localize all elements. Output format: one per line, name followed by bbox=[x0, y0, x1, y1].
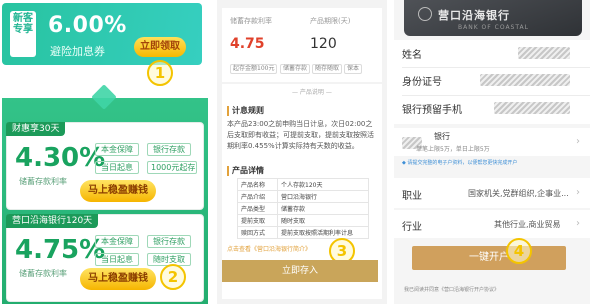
chevron-right-icon: › bbox=[576, 218, 580, 229]
field-label-id: 身份证号 bbox=[402, 77, 442, 88]
agreement-text[interactable]: 我已阅读并同意《营口沿海银行开户协议》 bbox=[404, 286, 584, 293]
table-cell: 产品类型 bbox=[237, 202, 278, 215]
product-card-rate: 4.75% bbox=[15, 235, 106, 265]
product-summary-card: 储蓄存款利率 4.75 产品期限(天) 120 起存金额100元 储蓄存款 随存… bbox=[222, 8, 382, 82]
name-input[interactable] bbox=[518, 47, 570, 59]
chip: 银行存款 bbox=[147, 235, 191, 248]
bank-name: 营口沿海银行 bbox=[438, 9, 510, 22]
product-tag: 保本 bbox=[344, 64, 363, 74]
step-marker-1: 1 bbox=[147, 60, 173, 86]
product-card-rate-label: 储蓄存款利率 bbox=[19, 269, 67, 278]
product-card-caption: 营口沿海银行120天 bbox=[6, 214, 99, 228]
job-label: 职业 bbox=[402, 191, 422, 202]
industry-value: 其他行业,商业贸易 bbox=[494, 220, 561, 229]
product-tag: 随存随取 bbox=[312, 64, 343, 74]
chevron-right-icon: › bbox=[576, 187, 580, 198]
claim-button[interactable]: 立即领取 bbox=[134, 37, 186, 57]
phone-input[interactable] bbox=[494, 102, 570, 114]
bank-row-label: 银行 bbox=[434, 132, 450, 141]
product-detail-panel: 储蓄存款利率 4.75 产品期限(天) 120 起存金额100元 储蓄存款 随存… bbox=[217, 0, 387, 304]
table-row: 产品类型 储蓄存款 bbox=[237, 202, 369, 215]
step-marker-4: 4 bbox=[506, 238, 532, 264]
table-cell: 随时支取 bbox=[277, 214, 369, 227]
chevron-right-icon: › bbox=[576, 136, 580, 147]
chip: 银行存款 bbox=[147, 143, 191, 156]
table-cell: 提前支取按照活期利率计息 bbox=[277, 226, 369, 239]
earn-now-button[interactable]: 马上稳盈赚钱 bbox=[80, 268, 156, 290]
product-table: 产品名称 个人存款120天 产品介绍 营口沿海银行 产品类型 储蓄存款 提前支取 随时支… bbox=[237, 178, 369, 239]
table-row: 产品介绍 营口沿海银行 bbox=[237, 190, 369, 203]
notice-text: ◆ 请提交完整的电子户资料，以便帮您更快完成开户 bbox=[402, 160, 518, 166]
product-card-caption: 财惠享30天 bbox=[6, 122, 66, 136]
table-cell: 储蓄存款 bbox=[277, 202, 369, 215]
table-cell: 产品名称 bbox=[237, 178, 278, 191]
deposit-now-button[interactable]: 立即存入 bbox=[222, 260, 378, 282]
earn-now-button[interactable]: 马上稳盈赚钱 bbox=[80, 180, 156, 202]
rate-value: 4.75 bbox=[230, 36, 265, 52]
coupon-tag: 新客专享 bbox=[10, 11, 36, 57]
bank-select-row[interactable]: 银行 单笔上限5万，单日上限5万 › bbox=[394, 128, 590, 156]
chip: 本金保障 bbox=[95, 143, 139, 156]
divider bbox=[402, 95, 590, 96]
table-row: 产品名称 个人存款120天 bbox=[237, 178, 369, 191]
chip: 本金保障 bbox=[95, 235, 139, 248]
coupon-subtitle: 避险加息券 bbox=[50, 45, 105, 58]
rate-label: 储蓄存款利率 bbox=[230, 17, 272, 25]
detail-heading: 产品详情 bbox=[227, 166, 264, 176]
rule-heading: 计息规则 bbox=[227, 106, 264, 116]
product-card-rate: 4.30% bbox=[15, 143, 106, 173]
bank-card: 营口沿海银行 BANK OF COASTAL bbox=[404, 0, 582, 36]
rule-text: 本产品23:00之前申购当日计息，次日02:00之后支取即有收益；可提前支取，提… bbox=[227, 120, 374, 150]
field-label-phone: 银行预留手机 bbox=[402, 105, 462, 116]
promo-panel: 新客专享 6.00% 避险加息券 立即领取 1 财惠享30天 4.30% 储蓄存… bbox=[0, 0, 210, 304]
product-tag: 储蓄存款 bbox=[280, 64, 311, 74]
open-account-button[interactable]: 一键开户 bbox=[412, 246, 566, 270]
bank-row-limit: 单笔上限5万，单日上限5万 bbox=[416, 146, 490, 153]
coupon-rate: 6.00% bbox=[48, 13, 127, 38]
product-tag: 起存金额100元 bbox=[230, 64, 278, 74]
field-label-name: 姓名 bbox=[402, 50, 422, 61]
table-cell: 提前支取 bbox=[237, 214, 278, 227]
job-value: 国家机关,党群组织,企事业... bbox=[468, 189, 569, 198]
table-cell: 产品介绍 bbox=[237, 190, 278, 203]
chip: 1000元起存 bbox=[147, 161, 197, 174]
divider bbox=[402, 67, 590, 68]
chip: 当日起息 bbox=[95, 161, 139, 174]
term-label: 产品期限(天) bbox=[310, 17, 351, 25]
screenshot-root: 新客专享 6.00% 避险加息券 立即领取 1 财惠享30天 4.30% 储蓄存… bbox=[0, 0, 600, 304]
product-card-rate-label: 储蓄存款利率 bbox=[19, 177, 67, 186]
id-number-input[interactable] bbox=[480, 74, 570, 86]
table-cell: 个人存款120天 bbox=[277, 178, 369, 191]
bank-logo-icon bbox=[418, 7, 432, 21]
job-row[interactable]: 职业 国家机关,党群组织,企事业... › bbox=[394, 178, 590, 208]
section-title: — 产品说明 — bbox=[292, 89, 332, 96]
table-cell: 营口沿海银行 bbox=[277, 190, 369, 203]
bank-name-en: BANK OF COASTAL bbox=[458, 24, 529, 31]
step-marker-2: 2 bbox=[160, 264, 186, 290]
bank-intro-link[interactable]: 点击查看《营口沿海银行简介》 bbox=[227, 244, 311, 253]
term-value: 120 bbox=[310, 36, 337, 52]
industry-label: 行业 bbox=[402, 222, 422, 233]
coupon-card[interactable]: 新客专享 6.00% 避险加息券 立即领取 bbox=[2, 3, 202, 65]
chip: 当日起息 bbox=[95, 253, 139, 266]
table-row: 提前支取 随时支取 bbox=[237, 214, 369, 227]
identity-form: 姓名 身份证号 银行预留手机 bbox=[394, 40, 590, 124]
industry-row[interactable]: 行业 其他行业,商业贸易 › bbox=[394, 210, 590, 238]
table-cell: 赎回方式 bbox=[237, 226, 278, 239]
table-row: 赎回方式 提前支取按照活期利率计息 bbox=[237, 226, 369, 239]
